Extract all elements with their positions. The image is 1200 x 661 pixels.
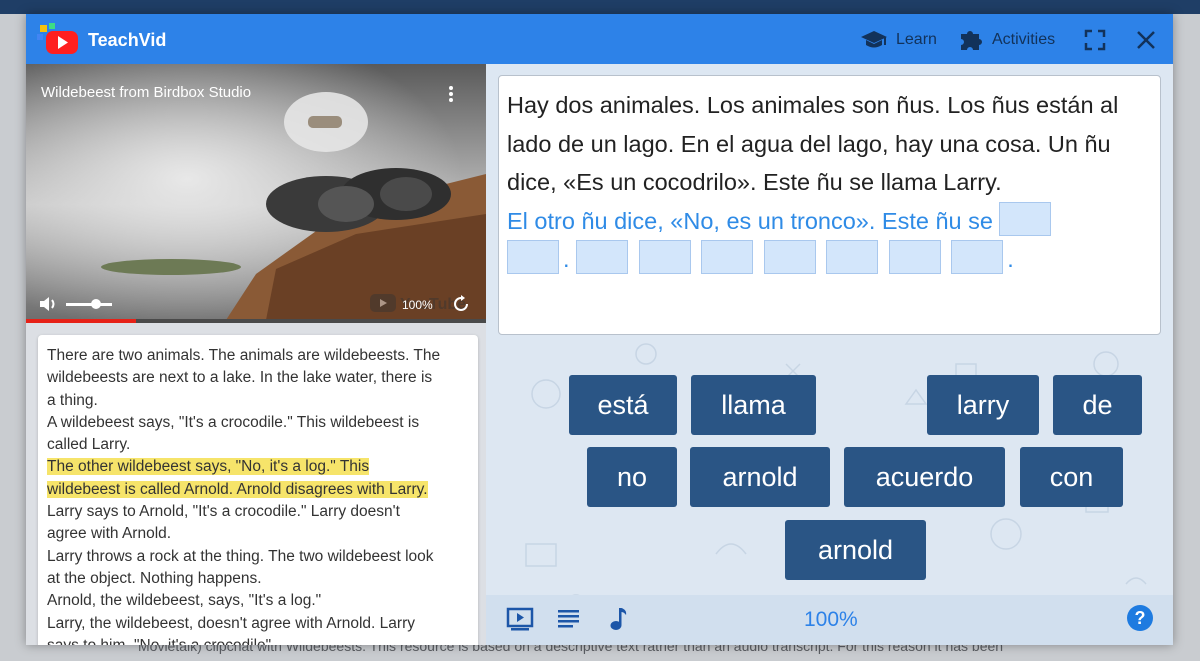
volume-icon[interactable]	[38, 294, 60, 314]
transcript-line: says to him, "No, it's a crocodile"	[47, 635, 469, 645]
backdrop-header	[0, 0, 1200, 14]
answer-blank[interactable]	[999, 201, 1052, 236]
answer-blank[interactable]	[701, 240, 754, 274]
transcript-panel: There are two animals. The animals are w…	[26, 323, 486, 645]
completed-sentences: Hay dos animales. Los animales son ñus. …	[507, 92, 1119, 195]
transcript-line-text: Larry throws a rock at the thing. The tw…	[47, 547, 434, 565]
transcript-line-text: wildebeest is called Arnold. Arnold disa…	[47, 480, 428, 498]
transcript-line-text: called Larry.	[47, 436, 131, 454]
learn-button[interactable]: Learn	[860, 25, 937, 55]
close-button[interactable]	[1135, 25, 1165, 55]
answer-blank[interactable]	[951, 240, 1004, 274]
puzzle-piece-icon	[961, 31, 982, 50]
music-note-icon[interactable]	[607, 606, 629, 632]
word-button-de[interactable]: de	[1053, 375, 1142, 435]
teachvid-modal: TeachVid Learn Activities Wildebeest fro…	[26, 14, 1173, 645]
transcript-line: A wildebeest says, "It's a crocodile." T…	[47, 412, 469, 434]
video-title: Wildebeest from Birdbox Studio	[41, 84, 252, 101]
transcript-line-text: agree with Arnold.	[47, 525, 172, 543]
transcript-line: a thing.	[47, 390, 469, 412]
transcript-line: Arnold, the wildebeest, says, "It's a lo…	[47, 590, 469, 612]
transcript-line-text: at the object. Nothing happens.	[47, 569, 262, 587]
teachvid-logo-icon	[37, 23, 78, 54]
word-button-arnold-2[interactable]: arnold	[785, 520, 926, 580]
replay-icon[interactable]	[452, 295, 470, 313]
transcript-line: Larry, the wildebeest, doesn't agree wit…	[47, 613, 469, 635]
transcript-line: called Larry.	[47, 434, 469, 456]
close-icon	[1137, 31, 1155, 49]
bottom-toolbar: 100% ?	[486, 595, 1173, 645]
volume-slider-knob[interactable]	[90, 299, 101, 309]
video-player[interactable]: Wildebeest from Birdbox Studio YouTube 1…	[26, 64, 486, 320]
word-button-larry[interactable]: larry	[927, 375, 1039, 435]
exercise-text-box: Hay dos animales. Los animales son ñus. …	[498, 75, 1161, 335]
transcript-line-text: Larry, the wildebeest, doesn't agree wit…	[47, 614, 415, 632]
transcript-view-icon[interactable]	[557, 606, 581, 630]
app-title: TeachVid	[88, 30, 167, 50]
word-button-arnold[interactable]: arnold	[690, 447, 830, 507]
blank-separator: .	[563, 246, 570, 272]
word-button-esta[interactable]: está	[569, 375, 677, 435]
sentence-end-period: .	[1007, 246, 1014, 272]
transcript-line: There are two animals. The animals are w…	[47, 345, 469, 367]
word-button-con[interactable]: con	[1020, 447, 1123, 507]
word-button-llama[interactable]: llama	[691, 375, 816, 435]
fullscreen-icon	[1084, 29, 1106, 51]
transcript-line-text: Arnold, the wildebeest, says, "It's a lo…	[47, 592, 322, 610]
video-controls: YouTube 100%	[26, 290, 486, 320]
activities-label: Activities	[992, 31, 1056, 48]
active-sentence: El otro ñu dice, «No, es un tronco». Est…	[507, 207, 993, 234]
transcript-line-text: a thing.	[47, 391, 98, 409]
transcript-line-text: says to him, "No, it's a crocodile"	[47, 637, 271, 645]
graduation-cap-icon	[861, 31, 887, 48]
answer-blank[interactable]	[638, 240, 691, 274]
transcript-line: The other wildebeest says, "No, it's a l…	[47, 456, 469, 478]
volume-slider[interactable]	[66, 299, 112, 309]
titlebar: TeachVid Learn Activities	[26, 14, 1173, 64]
fullscreen-button[interactable]	[1084, 25, 1114, 55]
answer-blank[interactable]	[576, 240, 629, 274]
learn-label: Learn	[896, 31, 937, 48]
activities-button[interactable]: Activities	[958, 25, 1055, 55]
video-zoom-level: 100%	[402, 298, 433, 312]
video-view-icon[interactable]	[506, 606, 534, 632]
word-button-no[interactable]: no	[587, 447, 677, 507]
more-vertical-icon[interactable]	[446, 84, 456, 104]
svg-text:?: ?	[1135, 608, 1146, 628]
video-frame-image	[26, 64, 486, 320]
answer-blank[interactable]	[507, 240, 559, 274]
transcript-line-text: There are two animals. The animals are w…	[47, 347, 441, 364]
transcript-line: Larry says to Arnold, "It's a crocodile.…	[47, 501, 469, 523]
answer-blank[interactable]	[888, 240, 941, 274]
word-button-acuerdo[interactable]: acuerdo	[844, 447, 1005, 507]
transcript-line: wildebeests are next to a lake. In the l…	[47, 367, 469, 389]
help-icon[interactable]: ?	[1126, 604, 1154, 632]
transcript-text: There are two animals. The animals are w…	[38, 335, 478, 645]
transcript-line-text: Larry says to Arnold, "It's a crocodile.…	[47, 503, 400, 521]
transcript-line: agree with Arnold.	[47, 523, 469, 545]
zoom-level: 100%	[804, 608, 858, 631]
transcript-line: Larry throws a rock at the thing. The tw…	[47, 546, 469, 568]
transcript-line: at the object. Nothing happens.	[47, 568, 469, 590]
answer-blank[interactable]	[763, 240, 816, 274]
exercise-panel: Hay dos animales. Los animales son ñus. …	[486, 64, 1173, 645]
transcript-line-text: wildebeests are next to a lake. In the l…	[47, 369, 433, 387]
transcript-line-text: A wildebeest says, "It's a crocodile." T…	[47, 413, 420, 431]
transcript-line: wildebeest is called Arnold. Arnold disa…	[47, 479, 469, 501]
transcript-line-text: The other wildebeest says, "No, it's a l…	[47, 458, 370, 476]
answer-blank[interactable]	[826, 240, 879, 274]
